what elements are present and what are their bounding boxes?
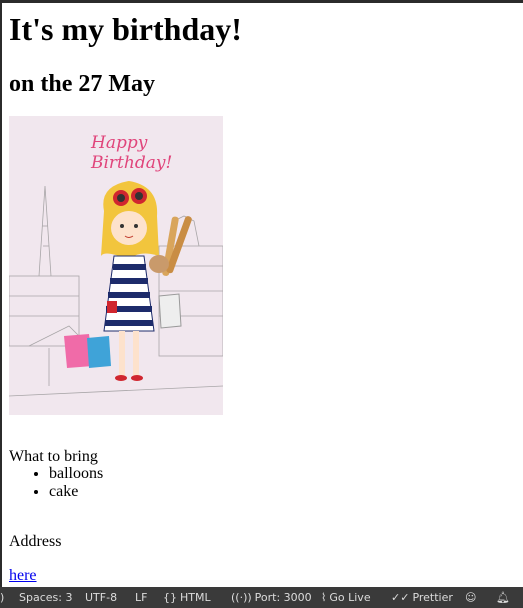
bring-label: What to bring bbox=[9, 448, 98, 465]
list-item: balloons bbox=[49, 465, 103, 483]
status-prettier-label: Prettier bbox=[412, 591, 453, 604]
birthday-illustration: Happy Birthday! bbox=[9, 116, 223, 415]
status-indentation[interactable]: Spaces: 3 bbox=[19, 587, 72, 608]
status-prettier[interactable]: ✓✓ Prettier bbox=[391, 587, 453, 608]
status-bar: ) Spaces: 3 UTF-8 LF {} HTML ((·)) Port:… bbox=[0, 587, 523, 608]
radio-tower-icon: ⌇ bbox=[321, 591, 327, 604]
bring-list: balloons cake bbox=[9, 465, 103, 501]
list-item: cake bbox=[49, 483, 103, 501]
address-label: Address bbox=[9, 533, 62, 550]
braces-icon: {} bbox=[163, 591, 177, 604]
birthday-card-image: Happy Birthday! bbox=[9, 116, 223, 415]
page-subtitle: on the 27 May bbox=[9, 71, 155, 97]
window-left-border bbox=[0, 3, 2, 587]
window-top-border bbox=[0, 0, 523, 3]
address-link[interactable]: here bbox=[9, 567, 37, 584]
status-port[interactable]: ((·)) Port: 3000 bbox=[231, 587, 312, 608]
status-encoding[interactable]: UTF-8 bbox=[85, 587, 117, 608]
svg-text:Birthday!: Birthday! bbox=[90, 153, 172, 173]
status-go-live-label: Go Live bbox=[329, 591, 371, 604]
page-title: It's my birthday! bbox=[9, 11, 242, 47]
notifications-bell-icon[interactable]: 🔔︎ bbox=[496, 587, 510, 608]
feedback-icon[interactable]: ☺ bbox=[465, 587, 476, 608]
status-language[interactable]: {} HTML bbox=[163, 587, 211, 608]
svg-text:Happy: Happy bbox=[90, 133, 148, 153]
broadcast-icon: ((·)) bbox=[231, 591, 252, 604]
status-left-fragment[interactable]: ) bbox=[0, 587, 4, 608]
status-eol[interactable]: LF bbox=[135, 587, 147, 608]
status-language-label: HTML bbox=[180, 591, 211, 604]
status-go-live[interactable]: ⌇ Go Live bbox=[321, 587, 371, 608]
address-paragraph: here bbox=[9, 567, 37, 585]
double-check-icon: ✓✓ bbox=[391, 591, 410, 604]
status-port-label: Port: 3000 bbox=[254, 591, 312, 604]
